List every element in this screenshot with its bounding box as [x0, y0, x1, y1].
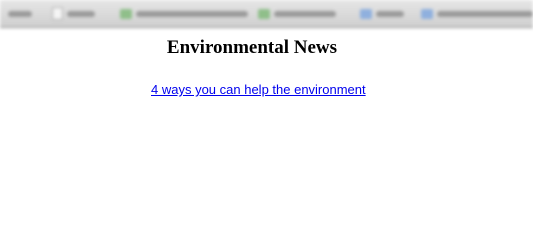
article-link[interactable]: 4 ways you can help the environment [151, 82, 366, 98]
bookmark-item[interactable] [258, 8, 336, 19]
bookmarks-bar [0, 0, 533, 28]
bookmark-folder[interactable] [360, 8, 404, 19]
folder-icon [360, 8, 372, 19]
favicon-icon [258, 8, 270, 19]
page-title: Environmental News [166, 37, 338, 58]
bookmark-item[interactable] [120, 8, 248, 19]
bookmark-item[interactable] [8, 8, 32, 19]
bookmark-folder[interactable] [421, 8, 533, 19]
page-icon [52, 7, 63, 20]
page-content: Environmental News 4 ways you can help t… [0, 28, 533, 214]
bookmark-item[interactable] [52, 7, 95, 20]
favicon-icon [120, 8, 132, 19]
folder-icon [421, 8, 433, 19]
